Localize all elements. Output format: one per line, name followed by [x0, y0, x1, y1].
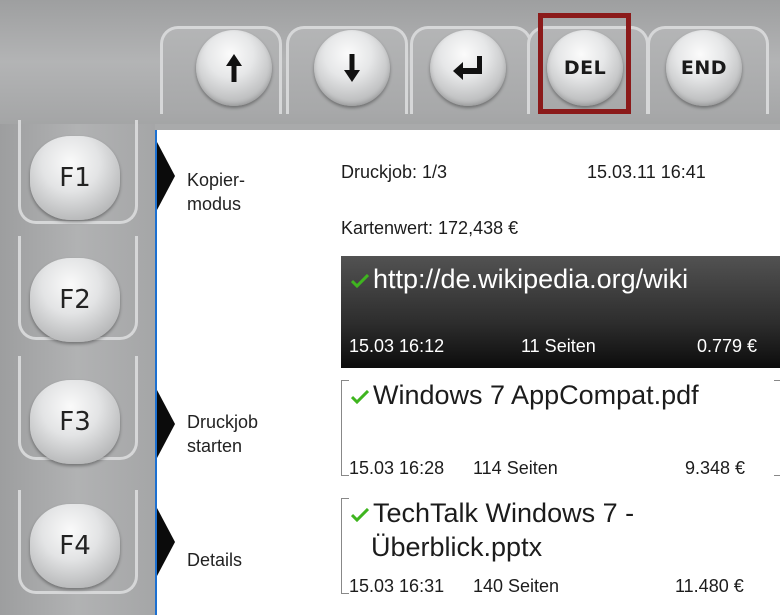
softkey-f4-label[interactable]: Details: [187, 548, 242, 572]
job-bracket-left: [341, 380, 349, 476]
job-pages: 114 Seiten: [473, 458, 558, 478]
job-name: http://de.wikipedia.org/wiki: [351, 264, 688, 295]
softkey-f1-label[interactable]: Kopier- modus: [187, 168, 245, 216]
hardware-top-panel: DEL END: [0, 0, 780, 124]
job-counter: Druckjob: 1/3: [341, 162, 448, 182]
softkey-f3-line1: Druckjob: [187, 412, 259, 432]
job-date: 15.03 16:28: [349, 458, 445, 478]
arrow-up-icon: [226, 54, 242, 82]
softkey-f3-arrow: [157, 390, 175, 458]
end-button-label: END: [680, 57, 728, 79]
job-name-line2: Überblick.pptx: [371, 532, 543, 562]
job-bracket-right: [774, 380, 780, 476]
display-screen: Kopier- modus Druckjob starten Details D…: [155, 130, 780, 615]
job-price: 0.779 €: [697, 336, 758, 356]
job-item[interactable]: TechTalk Windows 7 - Überblick.pptx 15.0…: [341, 492, 780, 602]
job-pages: 140 Seiten: [473, 576, 560, 596]
f1-button[interactable]: F1: [30, 136, 120, 220]
job-pages: 11 Seiten: [521, 336, 596, 356]
job-price: 9.348 €: [685, 458, 746, 478]
f4-button[interactable]: F4: [30, 504, 120, 588]
job-name-text: TechTalk Windows 7 -: [373, 498, 635, 528]
job-name-text: Windows 7 AppCompat.pdf: [373, 380, 699, 410]
job-date: 15.03 16:12: [349, 336, 445, 356]
softkey-f3-label[interactable]: Druckjob starten: [187, 410, 258, 458]
job-date: 15.03 16:31: [349, 576, 445, 596]
softkey-f1-line1: Kopier-: [187, 170, 246, 190]
job-name: Windows 7 AppCompat.pdf: [351, 380, 699, 411]
datetime: 15.03.11 16:41: [587, 162, 706, 182]
f1-label: F1: [59, 163, 91, 193]
f4-label: F4: [59, 531, 91, 561]
softkey-f4-arrow: [157, 508, 175, 576]
arrow-down-icon: [344, 54, 360, 82]
check-icon: [351, 389, 369, 404]
f3-button[interactable]: F3: [30, 380, 120, 464]
f2-button[interactable]: F2: [30, 258, 120, 342]
f3-label: F3: [59, 407, 91, 437]
up-button[interactable]: [196, 30, 272, 106]
job-name-text: http://de.wikipedia.org/wiki: [373, 264, 689, 294]
softkey-f4-text: Details: [187, 550, 243, 570]
job-name: TechTalk Windows 7 -: [351, 498, 634, 529]
card-value: Kartenwert: 172,438 €: [341, 218, 519, 238]
down-button[interactable]: [314, 30, 390, 106]
job-item[interactable]: Windows 7 AppCompat.pdf 15.03 16:28 114 …: [341, 374, 780, 484]
check-icon: [351, 507, 369, 522]
softkey-f3-line2: starten: [187, 436, 243, 456]
check-icon: [351, 273, 369, 288]
job-item-selected[interactable]: http://de.wikipedia.org/wiki 15.03 16:12…: [341, 256, 780, 368]
f2-label: F2: [59, 285, 91, 315]
enter-icon: [453, 56, 482, 80]
softkey-f1-line2: modus: [187, 194, 242, 214]
del-highlight-box: [538, 13, 631, 114]
hardware-fkey-panel: F1 F2 F3 F4: [0, 120, 155, 615]
job-price: 11.480 €: [675, 576, 744, 596]
end-button[interactable]: END: [666, 30, 742, 106]
softkey-f1-arrow: [157, 142, 175, 210]
job-bracket-left: [341, 498, 349, 594]
enter-button[interactable]: [430, 30, 506, 106]
